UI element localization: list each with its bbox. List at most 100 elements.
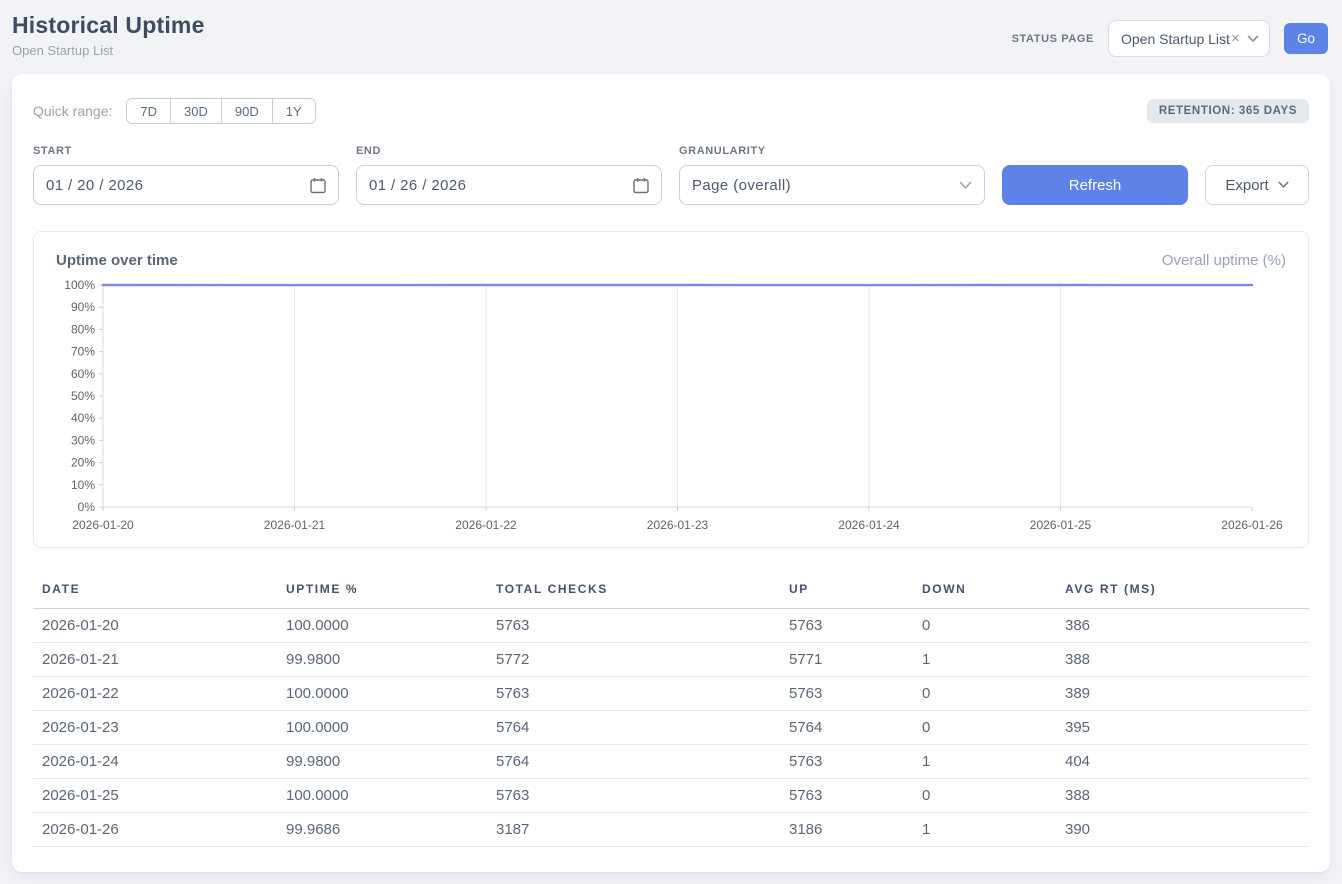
chevron-down-icon <box>1278 181 1289 189</box>
svg-text:80%: 80% <box>71 322 95 336</box>
svg-text:2026-01-20: 2026-01-20 <box>72 518 134 532</box>
granularity-select[interactable]: Page (overall) <box>679 165 985 205</box>
chevron-down-icon <box>959 181 972 190</box>
granularity-label: GRANULARITY <box>679 145 985 157</box>
quick-range-group: Quick range: 7D 30D 90D 1Y <box>33 98 316 124</box>
quick-range-1y[interactable]: 1Y <box>272 98 316 124</box>
svg-text:20%: 20% <box>71 456 95 470</box>
granularity-value: Page (overall) <box>692 177 791 194</box>
chart-legend: Overall uptime (%) <box>1162 252 1286 269</box>
quick-range-90d[interactable]: 90D <box>221 98 273 124</box>
table-cell: 0 <box>913 677 1056 711</box>
column-header: DATE <box>33 572 277 609</box>
export-label: Export <box>1225 177 1268 194</box>
table-cell: 99.9800 <box>277 643 487 677</box>
svg-text:2026-01-24: 2026-01-24 <box>838 518 900 532</box>
table-cell: 388 <box>1056 643 1309 677</box>
column-header: AVG RT (MS) <box>1056 572 1309 609</box>
chevron-down-icon <box>1247 35 1259 43</box>
svg-text:50%: 50% <box>71 389 95 403</box>
table-row: 2026-01-22100.0000576357630389 <box>33 677 1309 711</box>
table-cell: 1 <box>913 813 1056 847</box>
end-date-input[interactable]: 01 / 26 / 2026 <box>356 165 662 205</box>
refresh-button[interactable]: Refresh <box>1002 165 1188 205</box>
topbar: Historical Uptime Open Startup List STAT… <box>12 10 1330 74</box>
svg-text:40%: 40% <box>71 411 95 425</box>
table-cell: 100.0000 <box>277 711 487 745</box>
column-header: UPTIME % <box>277 572 487 609</box>
topbar-right: STATUS PAGE Open Startup List× Go <box>1012 20 1328 57</box>
column-header: UP <box>780 572 913 609</box>
table-cell: 2026-01-20 <box>33 609 277 643</box>
granularity-field: GRANULARITY Page (overall) <box>679 145 985 205</box>
svg-text:2026-01-25: 2026-01-25 <box>1030 518 1092 532</box>
title-block: Historical Uptime Open Startup List <box>12 12 205 58</box>
uptime-chart: 0% 10% 20% 30% 40% 50% 60% 70% 80% 90% 100% 2026-01… <box>54 277 1288 539</box>
table-row: 2026-01-2499.9800576457631404 <box>33 745 1309 779</box>
end-field: END 01 / 26 / 2026 <box>356 145 662 205</box>
table-cell: 100.0000 <box>277 609 487 643</box>
table-cell: 5763 <box>487 779 780 813</box>
table-cell: 99.9686 <box>277 813 487 847</box>
calendar-icon[interactable] <box>633 177 649 194</box>
chart-header: Uptime over time Overall uptime (%) <box>56 252 1286 269</box>
table-header-row: DATEUPTIME %TOTAL CHECKSUPDOWNAVG RT (MS… <box>33 572 1309 609</box>
table-cell: 99.9800 <box>277 745 487 779</box>
filters-row: START 01 / 20 / 2026 END 01 / 26 / 2026 <box>33 145 1309 205</box>
status-page-select[interactable]: Open Startup List× <box>1108 20 1270 57</box>
page-subtitle: Open Startup List <box>12 43 205 58</box>
table-cell: 5771 <box>780 643 913 677</box>
table-row: 2026-01-2199.9800577257711388 <box>33 643 1309 677</box>
svg-text:2026-01-26: 2026-01-26 <box>1221 518 1283 532</box>
table-cell: 2026-01-23 <box>33 711 277 745</box>
table-cell: 100.0000 <box>277 677 487 711</box>
table-cell: 0 <box>913 779 1056 813</box>
table-cell: 2026-01-22 <box>33 677 277 711</box>
start-field: START 01 / 20 / 2026 <box>33 145 339 205</box>
uptime-table: DATEUPTIME %TOTAL CHECKSUPDOWNAVG RT (MS… <box>33 572 1309 847</box>
start-date-value: 01 / 20 / 2026 <box>46 177 143 194</box>
svg-text:70%: 70% <box>71 345 95 359</box>
table-cell: 5763 <box>780 745 913 779</box>
start-date-input[interactable]: 01 / 20 / 2026 <box>33 165 339 205</box>
column-header: TOTAL CHECKS <box>487 572 780 609</box>
clear-icon[interactable]: × <box>1231 30 1240 47</box>
page-title: Historical Uptime <box>12 12 205 39</box>
export-button[interactable]: Export <box>1205 165 1309 205</box>
table-cell: 0 <box>913 609 1056 643</box>
table-cell: 5763 <box>780 677 913 711</box>
table-cell: 2026-01-25 <box>33 779 277 813</box>
svg-text:60%: 60% <box>71 367 95 381</box>
table-cell: 390 <box>1056 813 1309 847</box>
svg-text:2026-01-22: 2026-01-22 <box>455 518 517 532</box>
quick-range-label: Quick range: <box>33 103 112 119</box>
table-cell: 3186 <box>780 813 913 847</box>
table-cell: 5764 <box>487 745 780 779</box>
quick-range-30d[interactable]: 30D <box>170 98 222 124</box>
table-cell: 404 <box>1056 745 1309 779</box>
main-panel: Quick range: 7D 30D 90D 1Y RETENTION: 36… <box>12 74 1330 872</box>
svg-text:90%: 90% <box>71 300 95 314</box>
table-cell: 5763 <box>780 609 913 643</box>
calendar-icon[interactable] <box>310 177 326 194</box>
table-cell: 100.0000 <box>277 779 487 813</box>
uptime-table-wrap: DATEUPTIME %TOTAL CHECKSUPDOWNAVG RT (MS… <box>33 572 1309 847</box>
table-cell: 2026-01-26 <box>33 813 277 847</box>
uptime-chart-card: Uptime over time Overall uptime (%) 0% 10… <box>33 231 1309 548</box>
uptime-table-body: 2026-01-20100.00005763576303862026-01-21… <box>33 609 1309 847</box>
page: Historical Uptime Open Startup List STAT… <box>0 0 1342 872</box>
table-cell: 5772 <box>487 643 780 677</box>
table-row: 2026-01-25100.0000576357630388 <box>33 779 1309 813</box>
go-button[interactable]: Go <box>1284 23 1328 54</box>
table-header: DATEUPTIME %TOTAL CHECKSUPDOWNAVG RT (MS… <box>33 572 1309 609</box>
svg-text:100%: 100% <box>64 278 95 292</box>
table-cell: 395 <box>1056 711 1309 745</box>
svg-text:10%: 10% <box>71 478 95 492</box>
table-cell: 5763 <box>487 677 780 711</box>
svg-text:2026-01-21: 2026-01-21 <box>264 518 326 532</box>
svg-text:0%: 0% <box>78 500 96 514</box>
quick-range-7d[interactable]: 7D <box>126 98 171 124</box>
table-cell: 2026-01-24 <box>33 745 277 779</box>
svg-text:30%: 30% <box>71 433 95 447</box>
quick-range-buttons: 7D 30D 90D 1Y <box>126 98 315 124</box>
